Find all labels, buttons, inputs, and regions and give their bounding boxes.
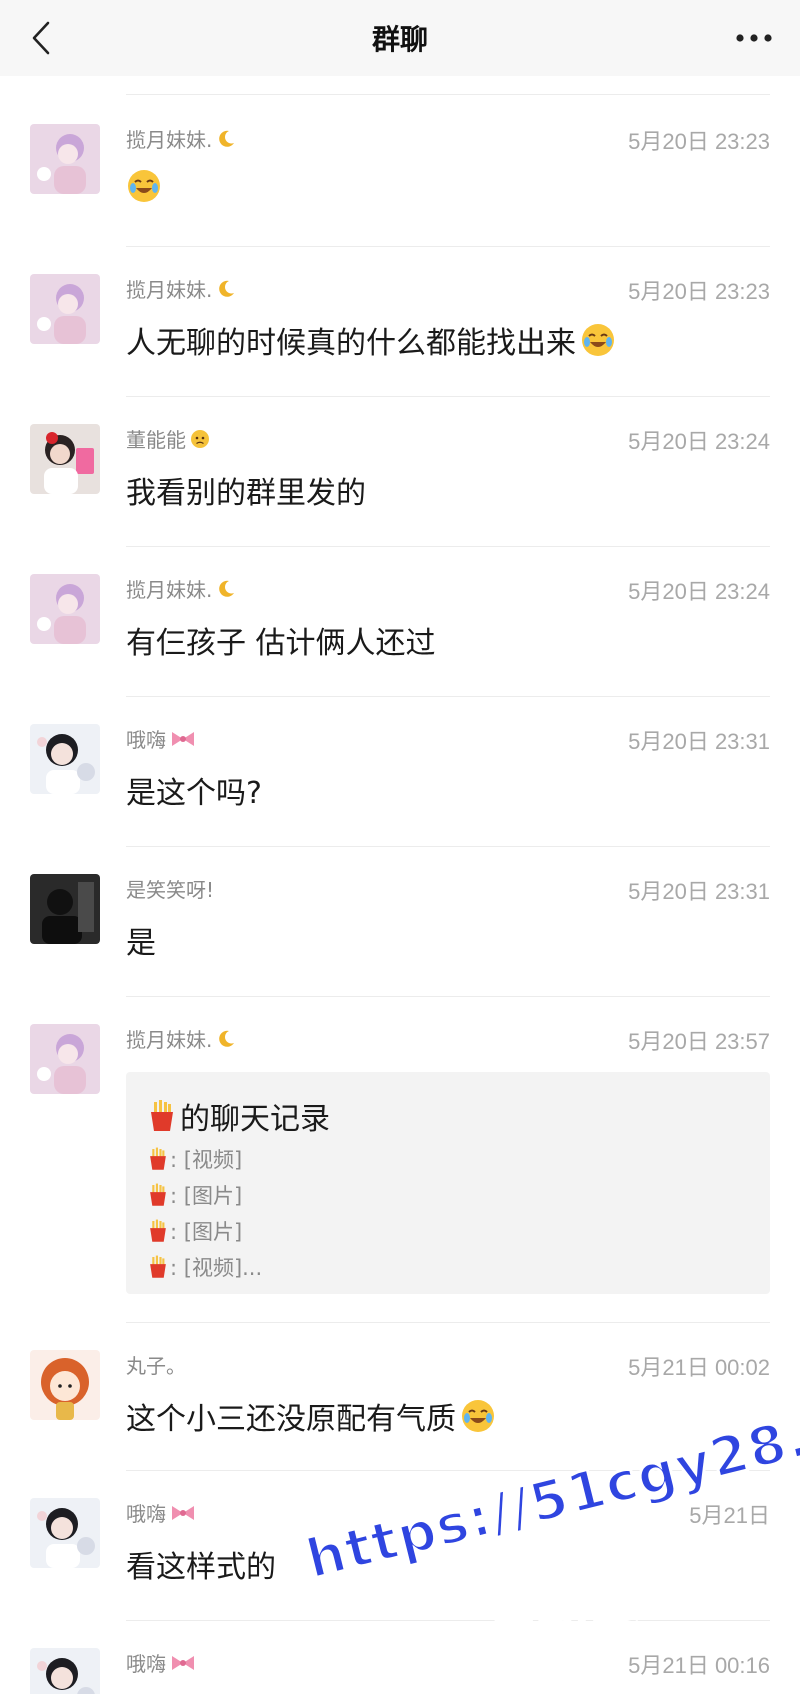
sender-name: 丸子。 (126, 1354, 186, 1378)
message-time: 5月21日 00:02 (628, 1355, 770, 1380)
crescent-moon-icon (219, 130, 235, 147)
tears-of-joy-icon (128, 170, 160, 202)
message-text: 有仨孩子 估计俩人还过 (126, 626, 436, 661)
avatar[interactable] (30, 1350, 100, 1420)
avatar[interactable] (30, 274, 100, 344)
message-item: 董能能 5月20日 23:24 我看别的群里发的 (0, 396, 800, 546)
avatar[interactable] (30, 874, 100, 944)
message-text: 是这个吗? (126, 776, 262, 811)
worried-face-icon (191, 429, 209, 448)
message-time: 5月20日 23:31 (628, 879, 770, 904)
message-item: 哦嗨 5月20日 23:31 是这个吗? (0, 696, 800, 846)
message-item: 揽月妹妹. 5月20日 23:23 (0, 96, 800, 246)
message-item: 揽月妹妹. 5月20日 23:57 的聊天记录 : [视频] : [图片] : … (0, 996, 800, 1322)
french-fries-icon (150, 1183, 166, 1206)
crescent-moon-icon (219, 580, 235, 597)
french-fries-icon (150, 1255, 166, 1278)
message-time: 5月20日 23:31 (628, 729, 770, 754)
more-options-button[interactable] (730, 14, 778, 62)
sender-name: 哦嗨 (126, 1498, 196, 1527)
sender-name: 揽月妹妹. (126, 574, 236, 603)
message-time: 5月21日 00:16 (628, 1653, 770, 1678)
avatar[interactable] (30, 1024, 100, 1094)
french-fries-icon (150, 1219, 166, 1242)
page-title: 群聊 (371, 23, 428, 56)
avatar[interactable] (30, 574, 100, 644)
message-item: 是笑笑呀! 5月20日 23:31 是 (0, 846, 800, 996)
message-item: 哦嗨 5月21日 看这样式的 (0, 1470, 800, 1620)
message-item: 丸子。 5月21日 00:02 这个小三还没原配有气质 (0, 1322, 800, 1470)
ribbon-bow-icon (172, 1655, 194, 1670)
message-time: 5月20日 23:24 (628, 579, 770, 604)
message-text: 看这样式的 (126, 1550, 276, 1585)
message-item: 哦嗨 5月21日 00:16 (0, 1620, 800, 1694)
message-item: 揽月妹妹. 5月20日 23:24 有仨孩子 估计俩人还过 (0, 546, 800, 696)
message-text: 是 (126, 926, 156, 961)
ribbon-bow-icon (172, 731, 194, 746)
avatar[interactable] (30, 1648, 100, 1694)
message-text: 我看别的群里发的 (126, 476, 366, 511)
message-time: 5月21日 (689, 1503, 770, 1528)
tears-of-joy-icon (582, 324, 614, 356)
sender-name: 揽月妹妹. (126, 124, 236, 153)
message-time: 5月20日 23:57 (628, 1029, 770, 1054)
sender-name: 揽月妹妹. (126, 1024, 236, 1053)
chat-record-line: : [视频]... (148, 1252, 262, 1282)
french-fries-icon (150, 1147, 166, 1170)
chevron-left-icon (32, 21, 50, 55)
avatar[interactable] (30, 1498, 100, 1568)
avatar[interactable] (30, 724, 100, 794)
top-bar: 群聊 (0, 0, 800, 76)
chat-record-line: : [图片] (148, 1180, 242, 1210)
sender-name: 董能能 (126, 424, 210, 453)
ribbon-bow-icon (172, 1505, 194, 1520)
chat-record-title: 的聊天记录 (148, 1094, 330, 1138)
message-text (126, 168, 162, 204)
message-time: 5月20日 23:23 (628, 279, 770, 304)
message-item: 揽月妹妹. 5月20日 23:23 人无聊的时候真的什么都能找出来 (0, 246, 800, 396)
message-text: 人无聊的时候真的什么都能找出来 (126, 318, 616, 362)
message-time: 5月20日 23:24 (628, 429, 770, 454)
sender-name: 揽月妹妹. (126, 274, 236, 303)
message-text: 这个小三还没原配有气质 (126, 1394, 496, 1438)
sender-name: 哦嗨 (126, 724, 196, 753)
top-divider (126, 94, 770, 95)
chat-record-card[interactable]: 的聊天记录 : [视频] : [图片] : [图片] : [视频]... (126, 1072, 770, 1294)
crescent-moon-icon (219, 280, 235, 297)
chat-record-line: : [视频] (148, 1144, 242, 1174)
more-dots-icon (736, 34, 772, 42)
french-fries-icon (151, 1100, 173, 1131)
sender-name: 是笑笑呀! (126, 878, 215, 902)
chat-record-line: : [图片] (148, 1216, 242, 1246)
crescent-moon-icon (219, 1030, 235, 1047)
back-button[interactable] (18, 14, 66, 62)
message-time: 5月20日 23:23 (628, 129, 770, 154)
avatar[interactable] (30, 124, 100, 194)
tears-of-joy-icon (462, 1400, 494, 1432)
sender-name: 哦嗨 (126, 1648, 196, 1677)
avatar[interactable] (30, 424, 100, 494)
